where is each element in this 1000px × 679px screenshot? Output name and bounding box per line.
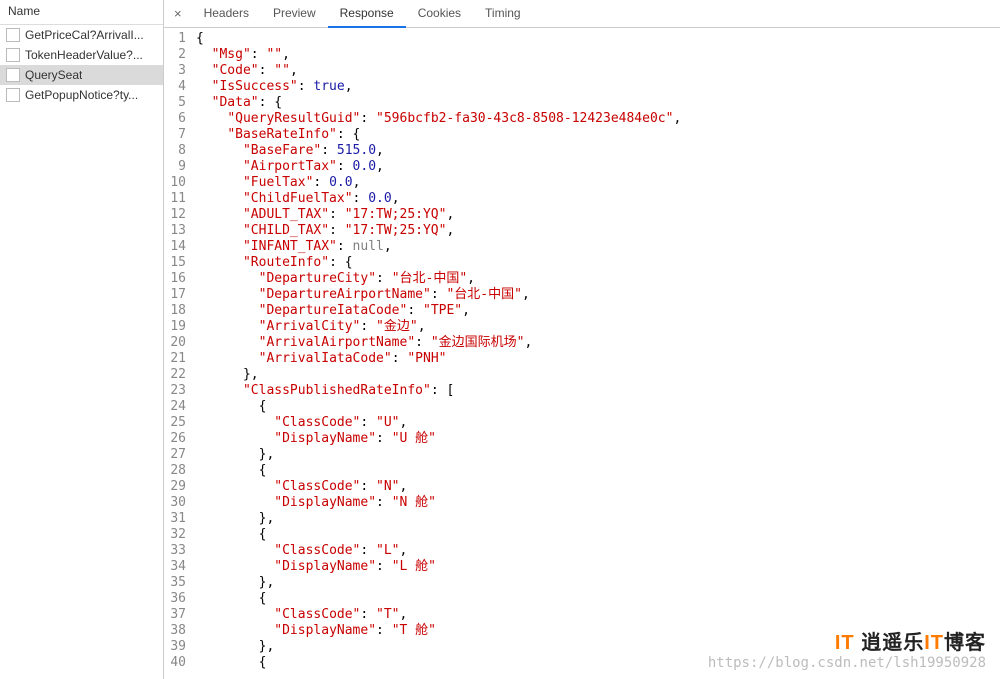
tab-preview[interactable]: Preview [261,0,328,27]
request-item[interactable]: GetPopupNotice?ty... [0,85,163,105]
detail-tabs: × HeadersPreviewResponseCookiesTiming [164,0,1000,28]
file-icon [6,48,20,62]
request-sidebar: Name GetPriceCal?ArrivalI... TokenHeaderV… [0,0,164,679]
response-body[interactable]: 1234567891011121314151617181920212223242… [164,28,1000,679]
request-label: GetPriceCal?ArrivalI... [25,28,144,42]
tab-timing[interactable]: Timing [473,0,533,27]
tab-headers[interactable]: Headers [192,0,261,27]
tab-response[interactable]: Response [328,0,406,28]
file-icon [6,88,20,102]
close-icon[interactable]: × [170,6,192,21]
file-icon [6,68,20,82]
request-label: GetPopupNotice?ty... [25,88,138,102]
content-pane: × HeadersPreviewResponseCookiesTiming 12… [164,0,1000,679]
file-icon [6,28,20,42]
tab-cookies[interactable]: Cookies [406,0,473,27]
request-label: QuerySeat [25,68,82,82]
request-item[interactable]: TokenHeaderValue?... [0,45,163,65]
line-gutter: 1234567891011121314151617181920212223242… [164,31,196,679]
json-code: { "Msg": "", "Code": "", "IsSuccess": tr… [196,31,681,679]
request-item[interactable]: QuerySeat [0,65,163,85]
sidebar-header: Name [0,0,163,25]
request-label: TokenHeaderValue?... [25,48,143,62]
request-list: GetPriceCal?ArrivalI... TokenHeaderValue?… [0,25,163,105]
request-item[interactable]: GetPriceCal?ArrivalI... [0,25,163,45]
